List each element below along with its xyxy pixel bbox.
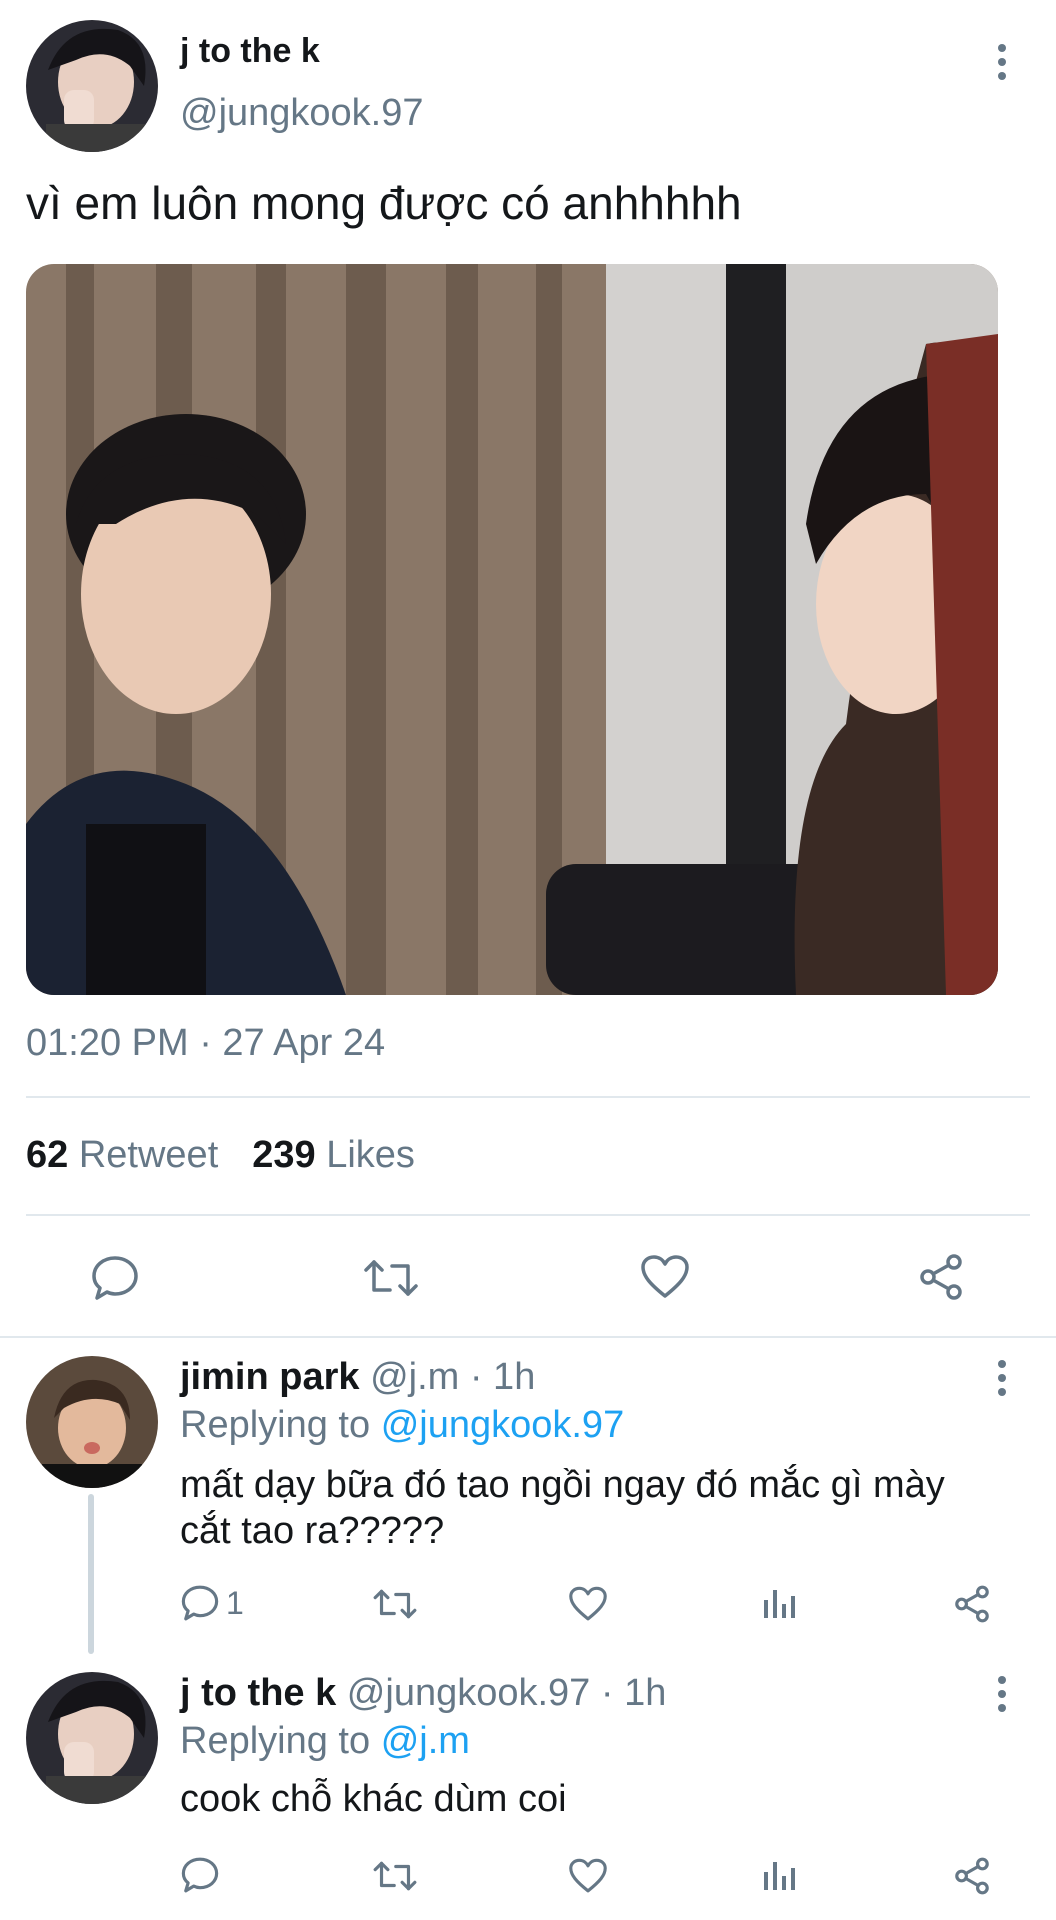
retweet-stat[interactable]: 62 Retweet [26, 1134, 218, 1177]
heart-icon[interactable] [640, 1254, 690, 1300]
divider [26, 1096, 1030, 1098]
replying-to: Replying to @jungkook.97 [180, 1404, 624, 1447]
replying-prefix: Replying to [180, 1404, 371, 1446]
analytics-icon[interactable] [762, 1860, 796, 1892]
tweet-stats: 62 Retweet 239 Likes [26, 1134, 415, 1177]
replying-to-link[interactable]: @jungkook.97 [381, 1404, 625, 1446]
display-name[interactable]: jimin park [180, 1356, 360, 1398]
reply-header: jimin park @j.m · 1h [180, 1356, 535, 1399]
replying-to: Replying to @j.m [180, 1720, 470, 1763]
share-icon[interactable] [952, 1856, 992, 1896]
retweet-icon[interactable] [372, 1858, 418, 1894]
user-handle-time[interactable]: @j.m · 1h [370, 1356, 535, 1398]
user-handle-time[interactable]: @jungkook.97 · 1h [347, 1672, 667, 1714]
divider [26, 1214, 1030, 1216]
replying-to-link[interactable]: @j.m [381, 1720, 470, 1762]
reply-text: mất dạy bữa đó tao ngồi ngay đó mắc gì m… [180, 1464, 945, 1552]
tweet-text: vì em luôn mong được có anhhhhh [26, 177, 742, 229]
share-icon[interactable] [916, 1252, 966, 1302]
likes-label: Likes [326, 1134, 415, 1176]
tweet-photo[interactable] [26, 264, 998, 995]
more-vertical-icon[interactable] [990, 1676, 1014, 1712]
likes-stat[interactable]: 239 Likes [252, 1134, 415, 1177]
display-name[interactable]: j to the k [180, 1672, 336, 1714]
retweet-count: 62 [26, 1134, 69, 1176]
comment-icon [180, 1584, 220, 1622]
more-vertical-icon[interactable] [990, 44, 1014, 80]
share-icon[interactable] [952, 1584, 992, 1624]
comment-action[interactable]: 1 [180, 1584, 244, 1622]
tweet-timestamp: 01:20 PM · 27 Apr 24 [26, 1022, 386, 1064]
analytics-icon[interactable] [762, 1588, 796, 1620]
replying-prefix: Replying to [180, 1720, 371, 1762]
reply-count: 1 [226, 1584, 244, 1621]
heart-icon[interactable] [568, 1858, 608, 1894]
likes-count: 239 [252, 1134, 316, 1176]
heart-icon[interactable] [568, 1586, 608, 1622]
display-name[interactable]: j to the k [180, 32, 320, 71]
avatar[interactable] [26, 20, 158, 152]
avatar[interactable] [26, 1672, 158, 1804]
comment-icon[interactable] [90, 1254, 140, 1302]
reply-header: j to the k @jungkook.97 · 1h [180, 1672, 666, 1715]
user-handle[interactable]: @jungkook.97 [180, 92, 424, 135]
divider [0, 1336, 1056, 1338]
retweet-icon[interactable] [372, 1586, 418, 1622]
comment-icon[interactable] [180, 1856, 220, 1894]
retweet-icon[interactable] [362, 1256, 420, 1300]
retweet-label: Retweet [78, 1134, 219, 1176]
reply-text: cook chỗ khác dùm coi [180, 1778, 567, 1820]
thread-line [88, 1494, 94, 1654]
more-vertical-icon[interactable] [990, 1360, 1014, 1396]
avatar[interactable] [26, 1356, 158, 1488]
